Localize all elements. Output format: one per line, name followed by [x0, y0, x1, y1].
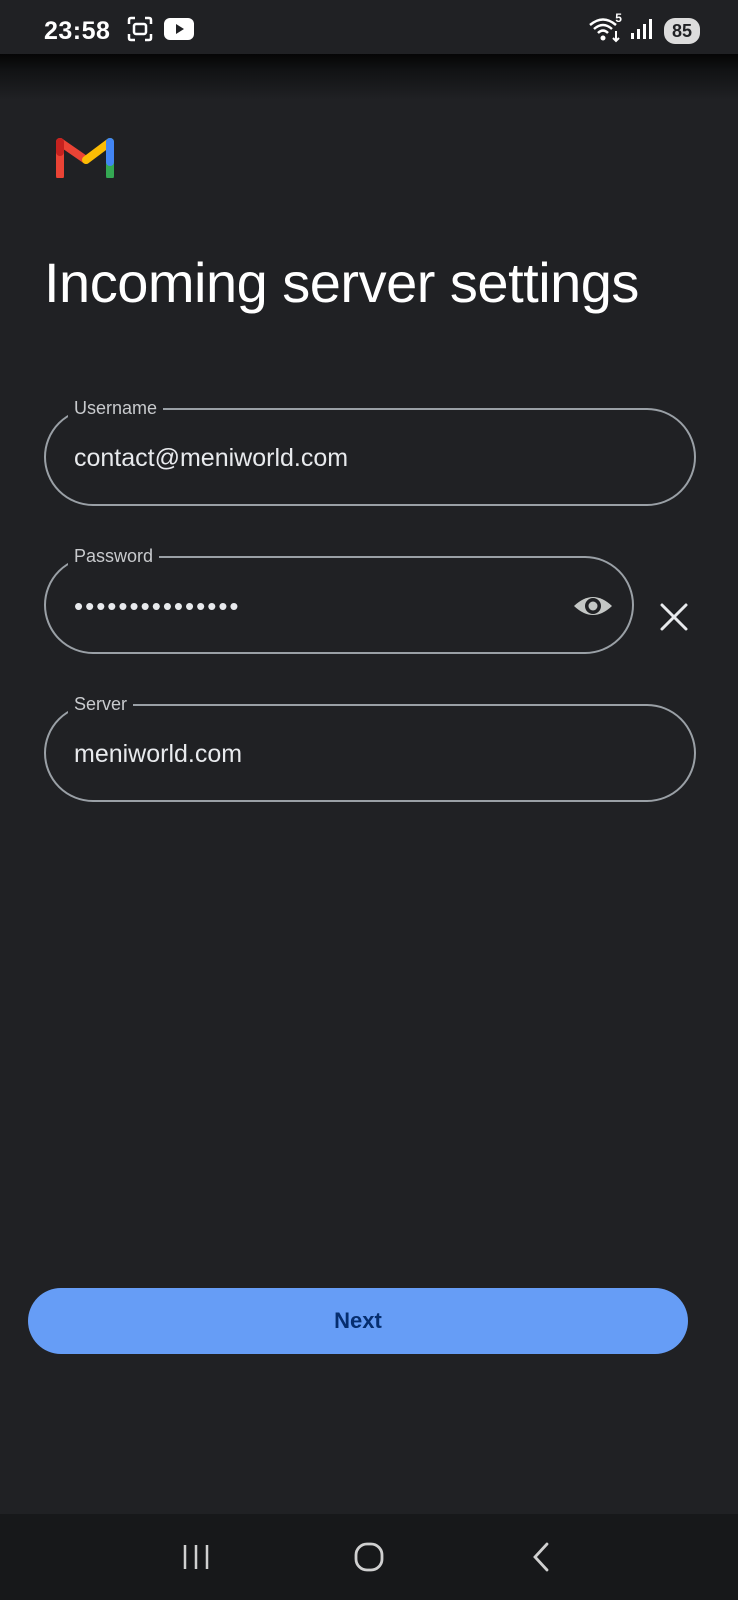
next-button[interactable]: Next [28, 1288, 688, 1354]
server-value[interactable]: meniworld.com [74, 706, 634, 802]
battery-indicator: 85 [663, 18, 700, 44]
status-time: 23:58 [44, 16, 111, 45]
password-value[interactable]: ••••••••••••••• [74, 558, 554, 654]
username-value[interactable]: contact@meniworld.com [74, 410, 634, 506]
status-bar: 23:58 5 85 [0, 0, 738, 62]
wifi-badge: 5 [615, 10, 622, 25]
wifi-icon: 5 [588, 11, 622, 48]
close-icon[interactable] [654, 597, 694, 637]
username-field[interactable]: Username contact@meniworld.com [44, 396, 696, 506]
recent-apps-icon[interactable] [166, 1527, 226, 1587]
status-right-icons: 5 85 [588, 11, 700, 48]
navigation-bar [0, 1514, 738, 1600]
eye-icon[interactable] [572, 586, 614, 626]
page-title: Incoming server settings [44, 251, 639, 314]
youtube-icon [164, 17, 195, 45]
status-bar-shadow [0, 54, 738, 100]
screen-record-icon [126, 16, 154, 47]
home-icon[interactable] [339, 1527, 399, 1587]
signal-icon [630, 17, 656, 46]
password-field[interactable]: Password ••••••••••••••• [44, 544, 634, 654]
status-left-icons [126, 16, 195, 47]
server-field[interactable]: Server meniworld.com [44, 692, 696, 802]
gmail-logo [56, 132, 116, 180]
screen: 23:58 5 85 Incoming server settings User… [0, 0, 738, 1600]
back-icon[interactable] [512, 1527, 572, 1587]
